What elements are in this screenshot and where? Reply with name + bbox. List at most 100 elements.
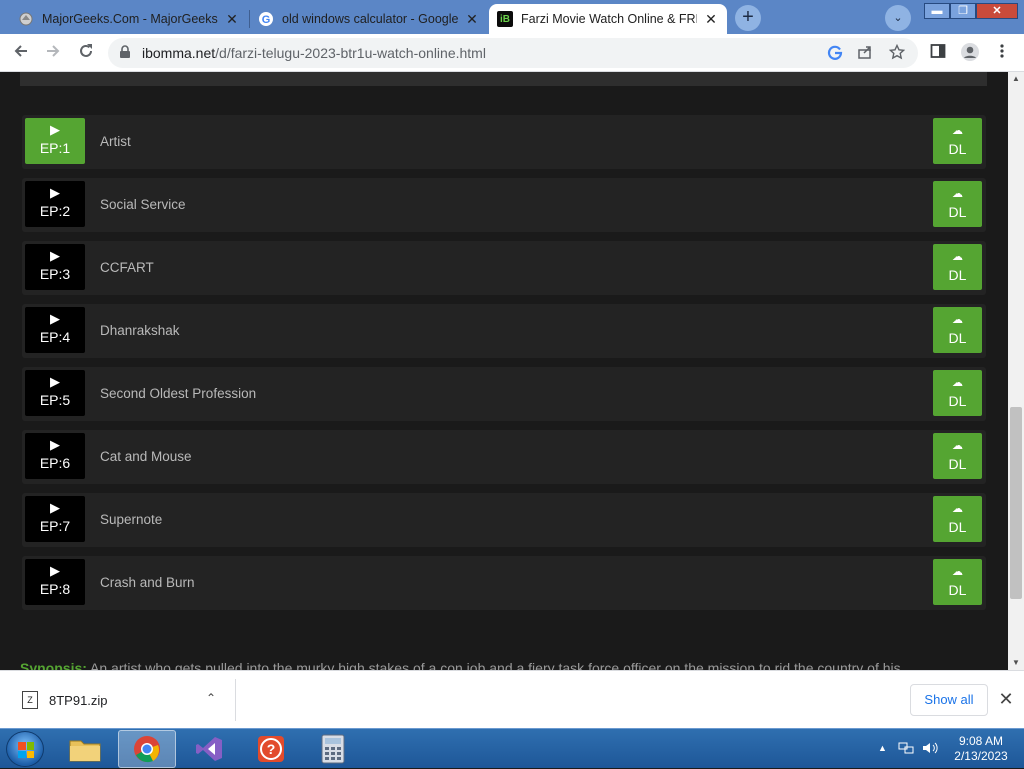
- tab-close-icon[interactable]: ✕: [464, 11, 480, 28]
- player-bottom-edge: [20, 72, 987, 86]
- cloud-download-icon: ☁: [952, 566, 963, 578]
- volume-icon[interactable]: [922, 741, 938, 758]
- episode-download-button[interactable]: ☁ DL: [933, 244, 982, 290]
- play-icon: ▶: [50, 248, 60, 263]
- download-label: DL: [948, 582, 967, 598]
- profile-avatar-icon: [961, 43, 979, 61]
- episode-title[interactable]: CCFART: [100, 241, 154, 295]
- taskbar-help[interactable]: ?: [242, 730, 300, 768]
- episode-play-button[interactable]: ▶ EP:8: [25, 559, 85, 605]
- profile-button[interactable]: [958, 42, 982, 64]
- taskbar-visual-studio[interactable]: [180, 730, 238, 768]
- download-label: DL: [948, 393, 967, 409]
- taskbar-file-explorer[interactable]: [56, 730, 114, 768]
- episode-play-button[interactable]: ▶ EP:5: [25, 370, 85, 416]
- close-shelf-icon[interactable]: ✕: [996, 688, 1016, 710]
- episode-play-button[interactable]: ▶ EP:1: [25, 118, 85, 164]
- window-close-button[interactable]: ✕: [976, 3, 1018, 19]
- google-lens-icon[interactable]: [826, 44, 844, 62]
- episode-title[interactable]: Second Oldest Profession: [100, 367, 256, 421]
- episode-number: EP:2: [39, 203, 71, 219]
- episode-title[interactable]: Social Service: [100, 178, 186, 232]
- episode-number: EP:7: [39, 518, 71, 534]
- window-maximize-button[interactable]: ❐: [950, 3, 976, 19]
- page-scrollbar[interactable]: ▲ ▼: [1008, 72, 1024, 670]
- episode-download-button[interactable]: ☁ DL: [933, 307, 982, 353]
- episode-title[interactable]: Crash and Burn: [100, 556, 195, 610]
- episode-download-button[interactable]: ☁ DL: [933, 181, 982, 227]
- side-panel-icon: [930, 44, 946, 58]
- tab-title: MajorGeeks.Com - MajorGeeks: [42, 12, 218, 26]
- taskbar-chrome[interactable]: [118, 730, 176, 768]
- episode-play-button[interactable]: ▶ EP:4: [25, 307, 85, 353]
- episode-title[interactable]: Dhanrakshak: [100, 304, 180, 358]
- tab-close-icon[interactable]: ✕: [703, 11, 719, 28]
- tab-majorgeeks[interactable]: MajorGeeks.Com - MajorGeeks ✕: [10, 4, 248, 34]
- start-button[interactable]: [6, 731, 44, 767]
- back-button[interactable]: [9, 42, 33, 64]
- taskbar-calculator[interactable]: [304, 730, 362, 768]
- episode-download-button[interactable]: ☁ DL: [933, 496, 982, 542]
- episode-play-button[interactable]: ▶ EP:2: [25, 181, 85, 227]
- episode-download-button[interactable]: ☁ DL: [933, 118, 982, 164]
- episode-title[interactable]: Supernote: [100, 493, 162, 547]
- back-arrow-icon: [14, 45, 27, 57]
- reload-button[interactable]: [74, 42, 98, 64]
- cloud-download-icon: ☁: [952, 440, 963, 452]
- browser-tab-strip: MajorGeeks.Com - MajorGeeks ✕ G old wind…: [0, 0, 1024, 34]
- address-bar[interactable]: ibomma.net/d/farzi-telugu-2023-btr1u-wat…: [108, 38, 918, 68]
- play-icon: ▶: [50, 437, 60, 452]
- side-panel-button[interactable]: [926, 42, 950, 64]
- tab-google-search[interactable]: G old windows calculator - Google ✕: [250, 4, 488, 34]
- play-icon: ▶: [50, 500, 60, 515]
- download-label: DL: [948, 267, 967, 283]
- forward-arrow-icon: [47, 45, 60, 57]
- episode-download-button[interactable]: ☁ DL: [933, 433, 982, 479]
- scroll-down-arrow-icon[interactable]: ▼: [1008, 656, 1024, 670]
- show-hidden-icons-icon[interactable]: ▲: [878, 743, 887, 753]
- episode-row: ▶ EP:2 Social Service ☁ DL: [22, 178, 986, 232]
- chrome-menu-button[interactable]: [990, 42, 1014, 64]
- episode-download-button[interactable]: ☁ DL: [933, 370, 982, 416]
- episode-play-button[interactable]: ▶ EP:3: [25, 244, 85, 290]
- tab-farzi-active[interactable]: iB Farzi Movie Watch Online & FREE ✕: [489, 4, 727, 34]
- ibomma-favicon-icon: iB: [497, 11, 513, 27]
- tab-search-button[interactable]: ⌄: [885, 5, 911, 31]
- episode-number: EP:5: [39, 392, 71, 408]
- chevron-up-icon[interactable]: ⌃: [206, 691, 216, 705]
- episode-row: ▶ EP:8 Crash and Burn ☁ DL: [22, 556, 986, 610]
- episode-play-button[interactable]: ▶ EP:7: [25, 496, 85, 542]
- episode-row: ▶ EP:5 Second Oldest Profession ☁ DL: [22, 367, 986, 421]
- play-icon: ▶: [50, 563, 60, 578]
- bookmark-star-icon[interactable]: [888, 43, 906, 62]
- episode-row: ▶ EP:7 Supernote ☁ DL: [22, 493, 986, 547]
- scroll-up-arrow-icon[interactable]: ▲: [1008, 72, 1024, 86]
- download-label: DL: [948, 456, 967, 472]
- url-path: /d/farzi-telugu-2023-btr1u-watch-online.…: [215, 45, 486, 61]
- network-icon[interactable]: [898, 741, 914, 758]
- download-item[interactable]: Z 8TP91.zip ⌃: [8, 679, 236, 721]
- play-icon: ▶: [50, 122, 60, 137]
- episode-download-button[interactable]: ☁ DL: [933, 559, 982, 605]
- new-tab-button[interactable]: +: [735, 5, 761, 31]
- browser-toolbar: ibomma.net/d/farzi-telugu-2023-btr1u-wat…: [0, 34, 1024, 72]
- forward-button[interactable]: [41, 42, 65, 64]
- episode-play-button[interactable]: ▶ EP:6: [25, 433, 85, 479]
- show-all-button[interactable]: Show all: [910, 684, 988, 716]
- google-favicon-icon: G: [258, 11, 274, 27]
- google-g-glyph: G: [262, 14, 271, 26]
- episode-title[interactable]: Cat and Mouse: [100, 430, 192, 484]
- system-clock[interactable]: 9:08 AM 2/13/2023: [946, 734, 1016, 764]
- tab-title: Farzi Movie Watch Online & FREE: [521, 12, 697, 26]
- episode-row: ▶ EP:1 Artist ☁ DL: [22, 115, 986, 169]
- cloud-download-icon: ☁: [952, 251, 963, 263]
- web-page-content: ▶ EP:1 Artist ☁ DL ▶ EP:2 Social Service ☁ DL ▶ EP:…: [0, 72, 1008, 670]
- share-icon[interactable]: [856, 44, 874, 62]
- episode-number: EP:4: [39, 329, 71, 345]
- majorgeeks-favicon-icon: [18, 11, 34, 27]
- episode-title[interactable]: Artist: [100, 115, 131, 169]
- system-tray: ▲ 9:08 AM 2/13/2023: [876, 729, 1024, 769]
- tab-close-icon[interactable]: ✕: [224, 11, 240, 28]
- window-minimize-button[interactable]: ▬: [924, 3, 950, 19]
- scrollbar-thumb[interactable]: [1010, 407, 1022, 599]
